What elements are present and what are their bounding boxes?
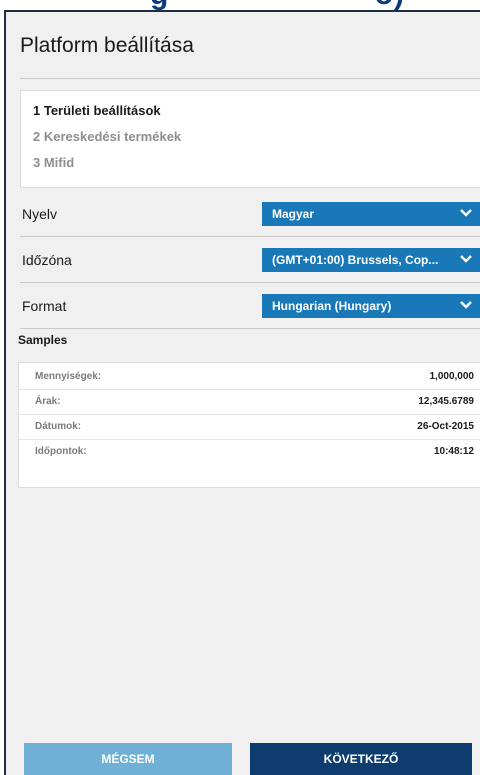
format-value: Hungarian (Hungary) xyxy=(272,299,392,313)
samples-table: Mennyiségek: 1,000,000 Árak: 12,345.6789… xyxy=(18,362,480,488)
sample-value: 26-Oct-2015 xyxy=(417,421,474,432)
step-trading-products[interactable]: 2 Kereskedési termékek xyxy=(33,129,181,144)
step-mifid[interactable]: 3 Mifid xyxy=(33,155,74,170)
step-regional-settings[interactable]: 1 Területi beállítások xyxy=(33,103,161,118)
language-value: Magyar xyxy=(272,207,315,221)
sample-value: 10:48:12 xyxy=(433,446,474,457)
next-button[interactable]: KÖVETKEZŐ xyxy=(250,743,472,775)
sample-key: Időpontok: xyxy=(35,446,87,457)
language-label: Nyelv xyxy=(22,206,58,222)
timezone-select[interactable]: (GMT+01:00) Brussels, Cop... xyxy=(262,248,480,272)
chevron-down-icon xyxy=(460,301,472,309)
sample-value: 12,345.6789 xyxy=(418,396,474,407)
language-select[interactable]: Magyar xyxy=(262,202,480,226)
chevron-down-icon xyxy=(460,209,472,217)
chevron-down-icon xyxy=(460,255,472,263)
sample-row-dates: Dátumok: 26-Oct-2015 xyxy=(19,415,480,440)
dialog-title: Platform beállítása xyxy=(20,34,194,57)
cancel-button[interactable]: MÉGSEM xyxy=(24,743,232,775)
sample-key: Mennyiségek: xyxy=(35,371,102,382)
title-divider xyxy=(20,78,480,79)
sample-key: Árak: xyxy=(35,396,61,407)
language-row: Nyelv Magyar xyxy=(20,190,480,237)
sample-row-prices: Árak: 12,345.6789 xyxy=(19,390,480,415)
samples-heading: Samples xyxy=(18,333,68,347)
sample-row-times: Időpontok: 10:48:12 xyxy=(19,440,480,464)
sample-value: 1,000,000 xyxy=(429,371,475,382)
format-row: Format Hungarian (Hungary) xyxy=(20,282,480,329)
format-select[interactable]: Hungarian (Hungary) xyxy=(262,294,480,318)
sample-row-quantities: Mennyiségek: 1,000,000 xyxy=(19,365,480,390)
timezone-row: Időzóna (GMT+01:00) Brussels, Cop... xyxy=(20,236,480,283)
timezone-label: Időzóna xyxy=(22,252,72,268)
timezone-value: (GMT+01:00) Brussels, Cop... xyxy=(272,253,439,267)
sample-key: Dátumok: xyxy=(35,421,82,432)
wizard-steps: 1 Területi beállítások 2 Kereskedési ter… xyxy=(20,90,480,188)
format-label: Format xyxy=(22,298,67,314)
